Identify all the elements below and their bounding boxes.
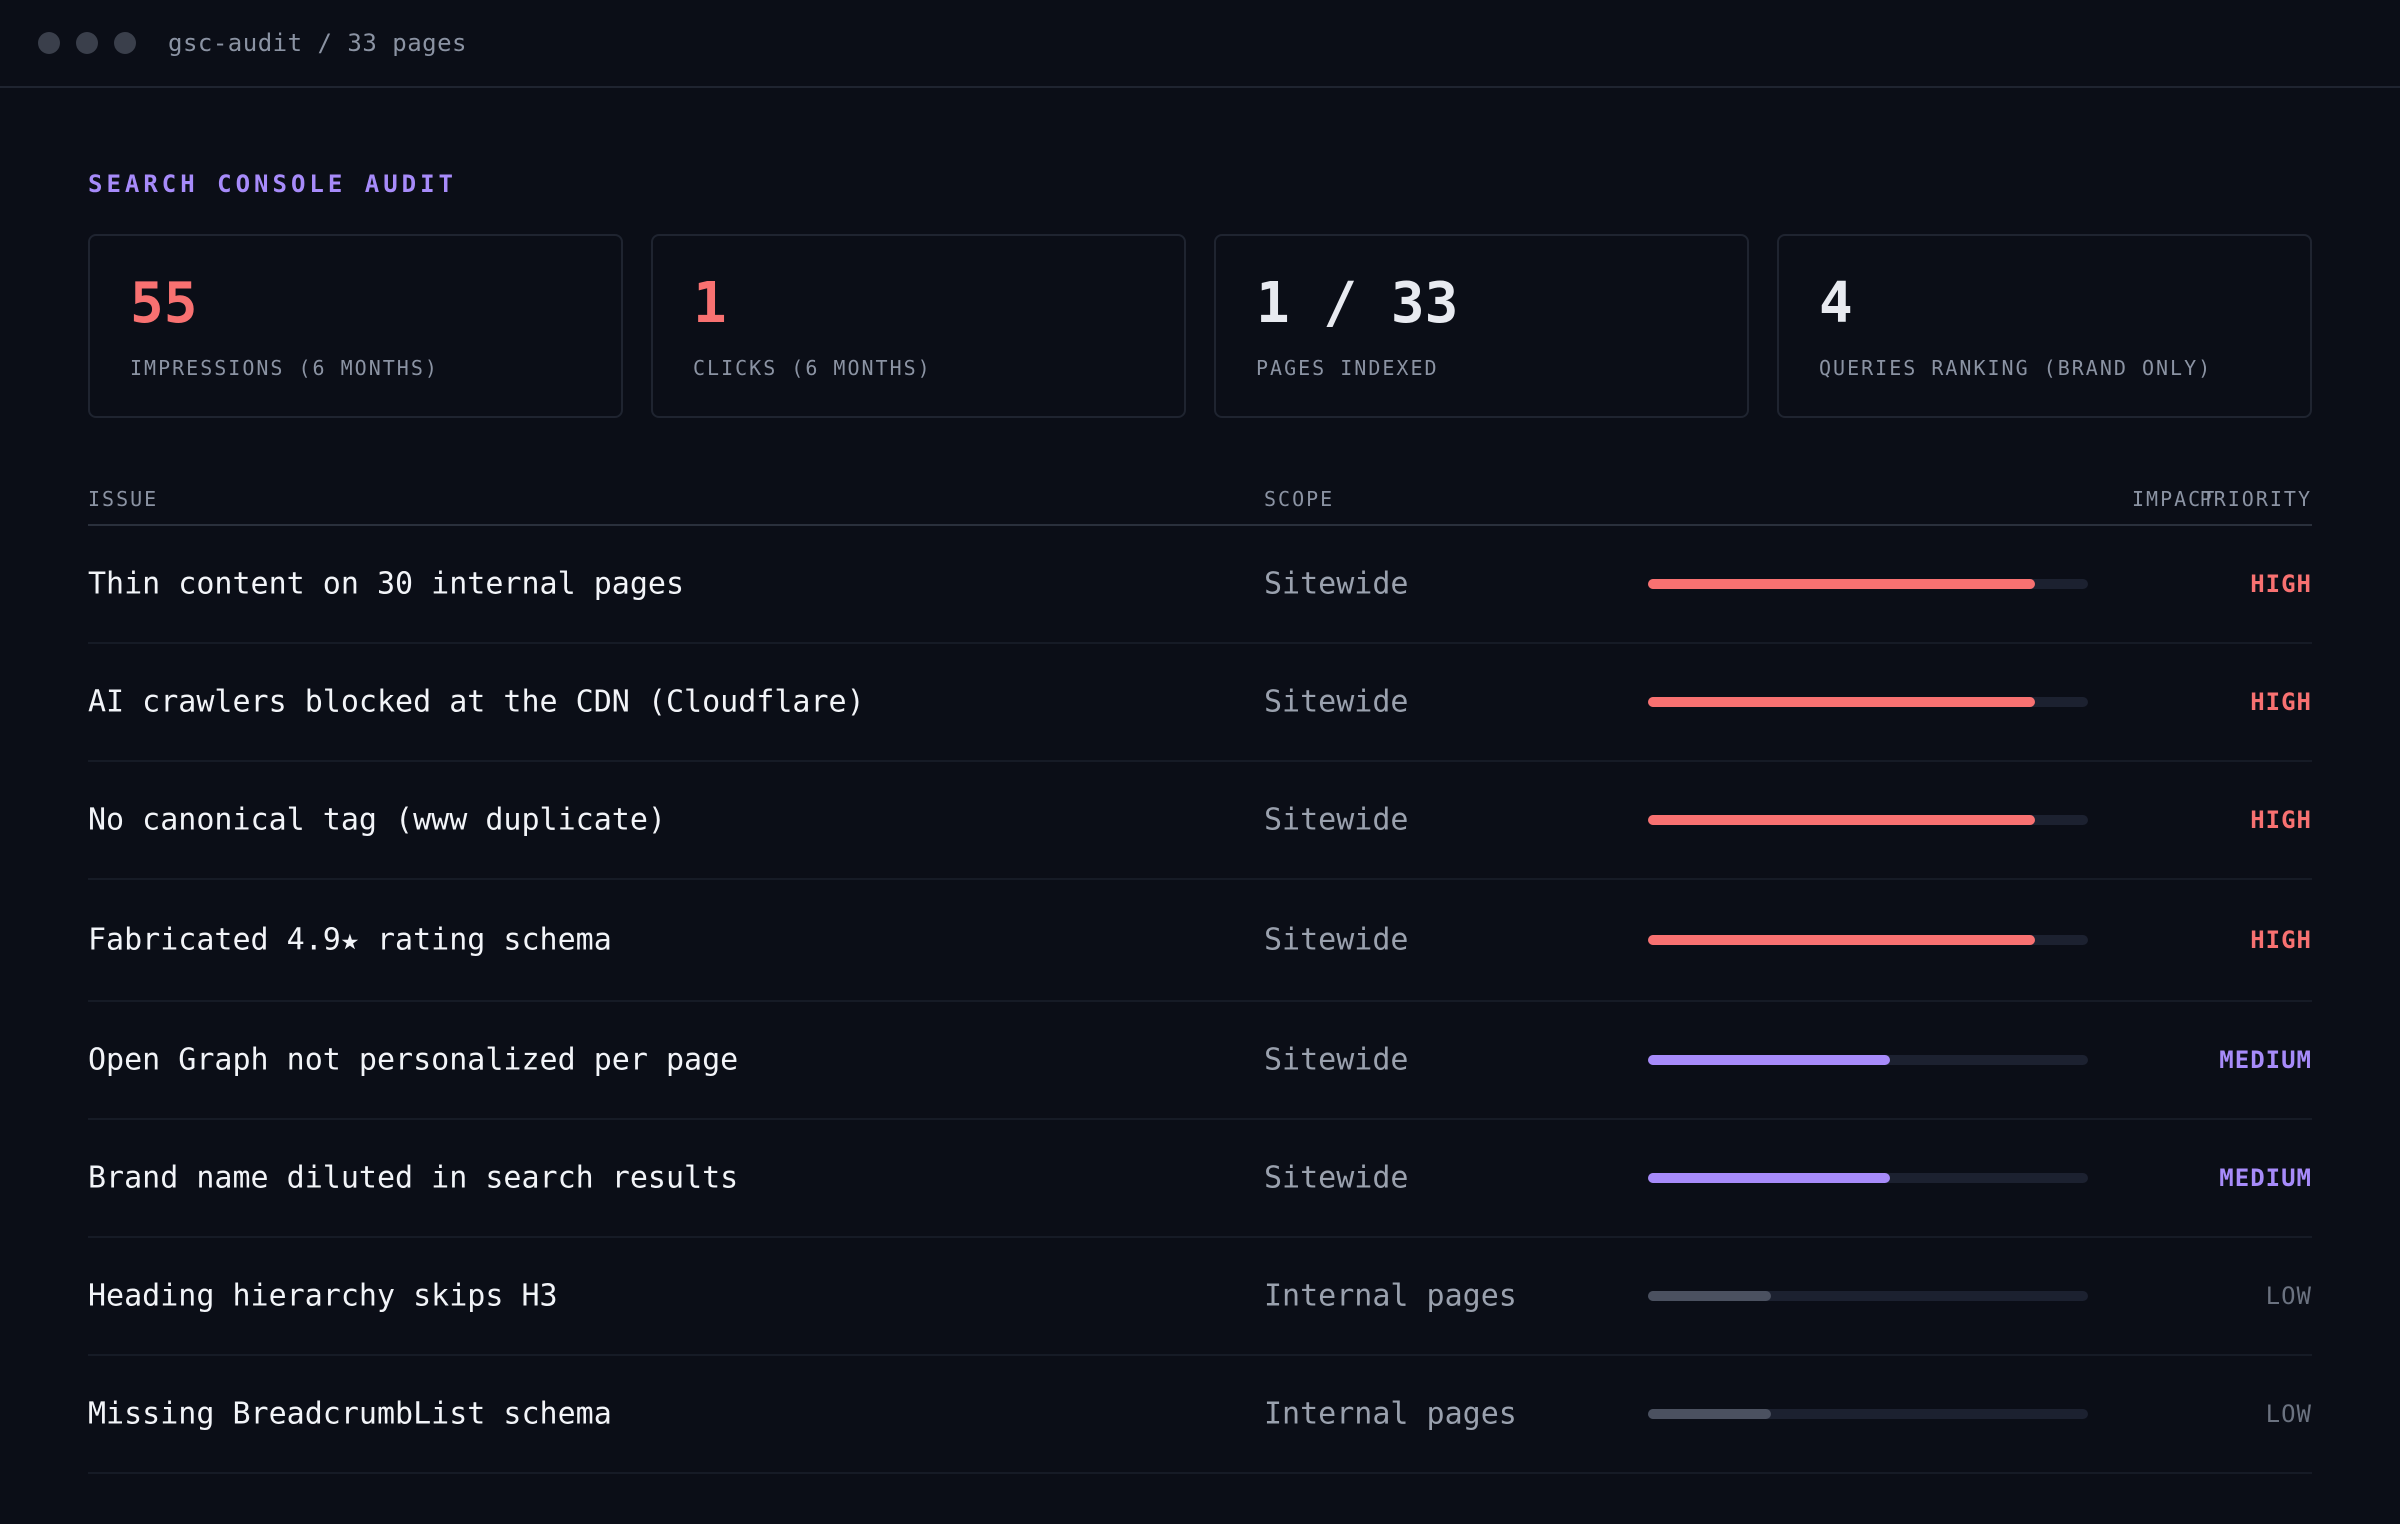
stat-label: IMPRESSIONS (6 MONTHS) bbox=[130, 356, 439, 380]
stat-card-pages-indexed: 1 / 33 PAGES INDEXED bbox=[1214, 234, 1749, 418]
stat-card-impressions: 55 IMPRESSIONS (6 MONTHS) bbox=[88, 234, 623, 418]
priority-badge: LOW bbox=[2265, 1282, 2312, 1310]
priority-badge: HIGH bbox=[2250, 806, 2312, 834]
window-minimize-dot[interactable] bbox=[76, 32, 98, 54]
stat-value: 1 / 33 bbox=[1256, 271, 1459, 336]
stats-row: 55 IMPRESSIONS (6 MONTHS) 1 CLICKS (6 MO… bbox=[88, 234, 2312, 418]
window-close-dot[interactable] bbox=[38, 32, 60, 54]
stat-card-clicks: 1 CLICKS (6 MONTHS) bbox=[651, 234, 1186, 418]
column-header-scope[interactable]: SCOPE bbox=[1264, 487, 1334, 511]
table-row[interactable]: Brand name diluted in search results Site… bbox=[88, 1120, 2312, 1238]
priority-badge: LOW bbox=[2265, 1400, 2312, 1428]
issue-cell: No canonical tag (www duplicate) bbox=[88, 802, 666, 838]
stat-label: PAGES INDEXED bbox=[1256, 356, 1439, 380]
table-row[interactable]: Fabricated 4.9★ rating schema Sitewide HIG… bbox=[88, 880, 2312, 1002]
impact-bar-fill bbox=[1648, 1055, 1890, 1065]
issue-cell: Brand name diluted in search results bbox=[88, 1160, 739, 1196]
stat-value: 4 bbox=[1819, 271, 1853, 336]
impact-bar bbox=[1648, 1055, 2088, 1065]
scope-cell: Sitewide bbox=[1264, 802, 1409, 838]
table-row[interactable]: AI crawlers blocked at the CDN (Cloudfla… bbox=[88, 644, 2312, 762]
impact-bar-fill bbox=[1648, 579, 2036, 589]
priority-badge: MEDIUM bbox=[2219, 1046, 2312, 1074]
column-header-priority[interactable]: PRIORITY bbox=[2200, 487, 2312, 511]
stat-label: QUERIES RANKING (BRAND ONLY) bbox=[1819, 356, 2213, 380]
scope-cell: Internal pages bbox=[1264, 1278, 1517, 1314]
impact-bar-fill bbox=[1648, 1173, 1890, 1183]
column-header-issue[interactable]: ISSUE bbox=[88, 487, 158, 511]
priority-badge: MEDIUM bbox=[2219, 1164, 2312, 1192]
table-row[interactable]: Missing BreadcrumbList schema Internal pa… bbox=[88, 1356, 2312, 1474]
scope-cell: Sitewide bbox=[1264, 684, 1409, 720]
window-maximize-dot[interactable] bbox=[114, 32, 136, 54]
issue-cell: Thin content on 30 internal pages bbox=[88, 566, 685, 602]
page-heading: SEARCH CONSOLE AUDIT bbox=[88, 170, 457, 198]
priority-badge: HIGH bbox=[2250, 570, 2312, 598]
table-row[interactable]: Heading hierarchy skips H3 Internal pages… bbox=[88, 1238, 2312, 1356]
impact-bar bbox=[1648, 1409, 2088, 1419]
issue-cell: Fabricated 4.9★ rating schema bbox=[88, 922, 612, 958]
table-row[interactable]: Open Graph not personalized per page Site… bbox=[88, 1002, 2312, 1120]
scope-cell: Sitewide bbox=[1264, 1160, 1409, 1196]
issues-table: ISSUE SCOPE IMPACT PRIORITY Thin content… bbox=[88, 474, 2312, 1474]
main-content: SEARCH CONSOLE AUDIT 55 IMPRESSIONS (6 M… bbox=[0, 170, 2400, 1474]
impact-bar bbox=[1648, 815, 2088, 825]
scope-cell: Sitewide bbox=[1264, 922, 1409, 958]
impact-bar bbox=[1648, 1173, 2088, 1183]
scope-cell: Internal pages bbox=[1264, 1396, 1517, 1432]
impact-bar-fill bbox=[1648, 935, 2036, 945]
scope-cell: Sitewide bbox=[1264, 566, 1409, 602]
priority-badge: HIGH bbox=[2250, 926, 2312, 954]
stat-value: 55 bbox=[130, 271, 198, 336]
issue-cell: Heading hierarchy skips H3 bbox=[88, 1278, 558, 1314]
impact-bar-fill bbox=[1648, 815, 2036, 825]
window-titlebar: gsc-audit / 33 pages bbox=[0, 0, 2400, 88]
issue-cell: Open Graph not personalized per page bbox=[88, 1042, 739, 1078]
stat-value: 1 bbox=[693, 271, 727, 336]
issue-cell: AI crawlers blocked at the CDN (Cloudfla… bbox=[88, 684, 865, 720]
table-row[interactable]: No canonical tag (www duplicate) Sitewide… bbox=[88, 762, 2312, 880]
impact-bar-fill bbox=[1648, 1409, 1772, 1419]
impact-bar bbox=[1648, 1291, 2088, 1301]
impact-bar-fill bbox=[1648, 1291, 1772, 1301]
impact-bar bbox=[1648, 579, 2088, 589]
scope-cell: Sitewide bbox=[1264, 1042, 1409, 1078]
priority-badge: HIGH bbox=[2250, 688, 2312, 716]
table-header: ISSUE SCOPE IMPACT PRIORITY bbox=[88, 474, 2312, 526]
issue-cell: Missing BreadcrumbList schema bbox=[88, 1396, 612, 1432]
impact-bar bbox=[1648, 697, 2088, 707]
table-body: Thin content on 30 internal pages Sitewid… bbox=[88, 526, 2312, 1474]
window-title: gsc-audit / 33 pages bbox=[168, 29, 467, 57]
table-row[interactable]: Thin content on 30 internal pages Sitewid… bbox=[88, 526, 2312, 644]
stat-card-queries-ranking: 4 QUERIES RANKING (BRAND ONLY) bbox=[1777, 234, 2312, 418]
impact-bar bbox=[1648, 935, 2088, 945]
stat-label: CLICKS (6 MONTHS) bbox=[693, 356, 932, 380]
impact-bar-fill bbox=[1648, 697, 2036, 707]
